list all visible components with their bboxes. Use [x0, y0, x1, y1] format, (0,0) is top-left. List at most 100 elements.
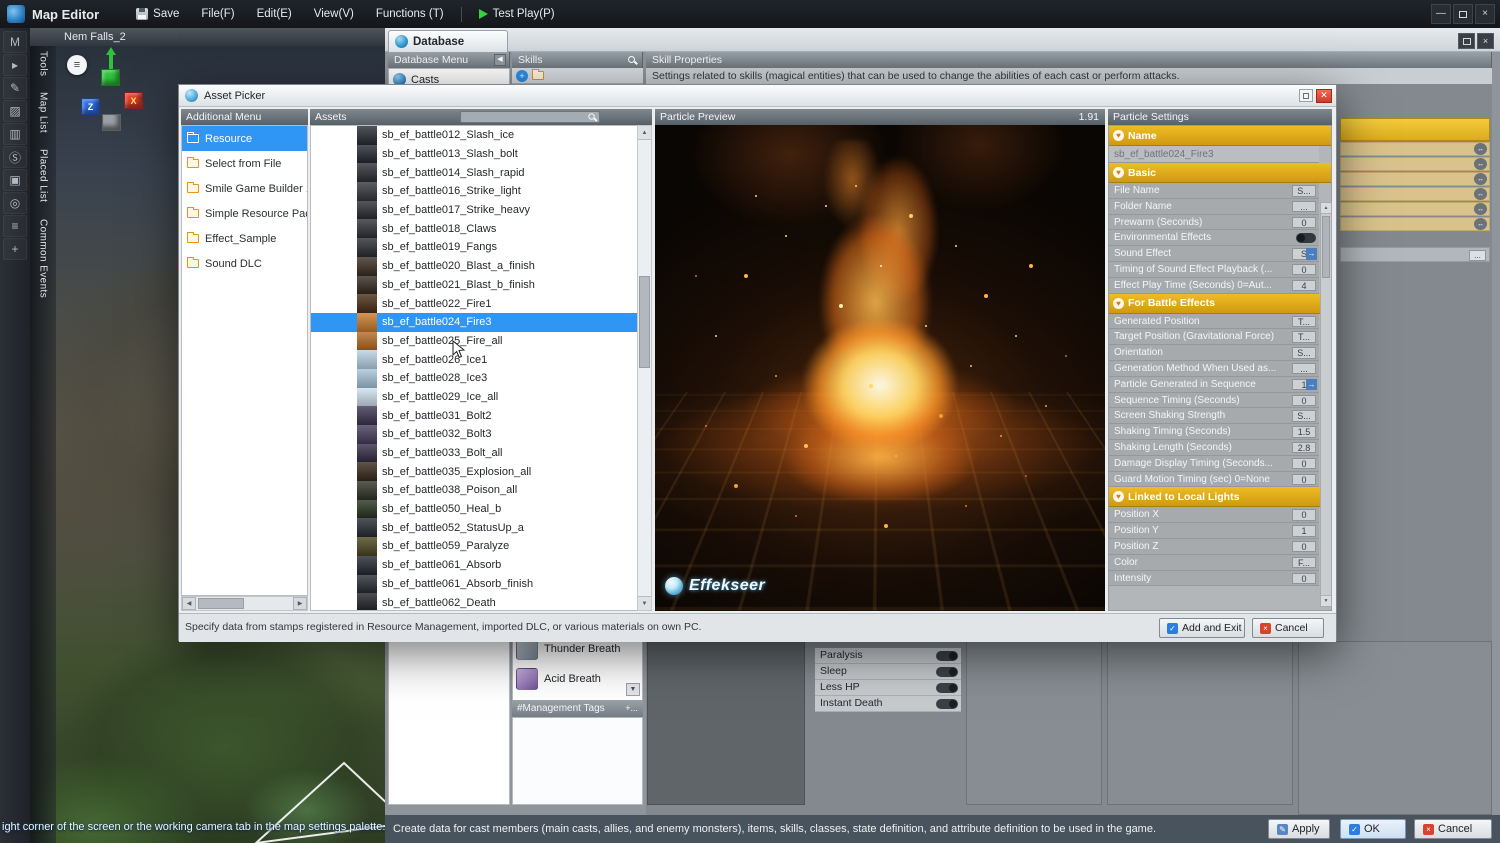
map-menu-button[interactable]: ≡	[67, 55, 87, 75]
particle-preview-viewport[interactable]: Effekseer	[655, 125, 1105, 611]
swap-icon[interactable]: ↔	[1474, 158, 1487, 170]
add-tag-button[interactable]: +...	[625, 700, 643, 717]
asset-list-item[interactable]: sb_ef_battle017_Strike_heavy	[311, 201, 638, 220]
asset-list-item[interactable]: sb_ef_battle038_Poison_all	[311, 481, 638, 500]
ok-button[interactable]: ✓ OK	[1340, 819, 1406, 839]
settings-value[interactable]: 1	[1292, 525, 1316, 537]
tab-database[interactable]: Database	[388, 30, 508, 52]
settings-value[interactable]: 0	[1292, 474, 1316, 486]
asset-list-item[interactable]: sb_ef_battle018_Claws	[311, 219, 638, 238]
settings-value[interactable]: 0	[1292, 264, 1316, 276]
additional-menu-item[interactable]: Smile Game Builder 1	[182, 176, 307, 201]
settings-section-header[interactable]: ♥ Linked to Local Lights	[1109, 487, 1331, 507]
test-play-button[interactable]: Test Play(P)	[468, 0, 566, 28]
toggle-switch[interactable]	[936, 683, 958, 693]
close-button[interactable]: ×	[1475, 4, 1495, 24]
asset-list-item[interactable]: sb_ef_battle052_StatusUp_a	[311, 518, 638, 537]
cursor-tool-icon[interactable]: ▸	[3, 54, 27, 76]
crosshair-tool-icon[interactable]: +	[3, 238, 27, 260]
swap-icon[interactable]: ↔	[1474, 143, 1487, 155]
settings-value[interactable]: S...	[1292, 185, 1316, 197]
asset-list-item[interactable]: sb_ef_battle020_Blast_a_finish	[311, 257, 638, 276]
status-badge-icon[interactable]: Ⓢ	[3, 146, 27, 168]
list-tool-icon[interactable]: ≡	[3, 215, 27, 237]
asset-list-item[interactable]: sb_ef_battle025_Fire_all	[311, 332, 638, 351]
settings-value[interactable]: 0	[1292, 458, 1316, 470]
asset-list-item[interactable]: sb_ef_battle022_Fire1	[311, 294, 638, 313]
pencil-tool-icon[interactable]: ✎	[3, 77, 27, 99]
asset-list-item[interactable]: sb_ef_battle035_Explosion_all	[311, 462, 638, 481]
cancel-button[interactable]: × Cancel	[1252, 618, 1324, 638]
restore-button[interactable]	[1299, 89, 1313, 102]
menu-view[interactable]: View(V)	[303, 0, 365, 28]
settings-value[interactable]: 0	[1292, 573, 1316, 585]
restore-button[interactable]	[1453, 4, 1473, 24]
settings-value[interactable]: 4	[1292, 280, 1316, 292]
settings-value[interactable]: ...	[1292, 363, 1316, 375]
settings-value[interactable]: 2.8	[1292, 442, 1316, 454]
attribute-row[interactable]: ↔	[1340, 157, 1490, 171]
y-axis-cube[interactable]	[101, 69, 120, 86]
search-icon[interactable]	[628, 56, 635, 63]
scroll-down-icon[interactable]: ▼	[626, 683, 640, 696]
additional-menu-item[interactable]: Effect_Sample	[182, 226, 307, 251]
attribute-header-row[interactable]	[1340, 118, 1490, 141]
menu-edit[interactable]: Edit(E)	[246, 0, 303, 28]
scrollbar-thumb[interactable]	[198, 598, 244, 609]
open-detail-icon[interactable]: →	[1306, 379, 1317, 391]
toggle-switch[interactable]	[936, 651, 958, 661]
settings-section-header[interactable]: ♥ For Battle Effects	[1109, 294, 1331, 314]
menu-functions[interactable]: Functions (T)	[365, 0, 455, 28]
tab-map-list[interactable]: Map List	[38, 92, 49, 133]
settings-value[interactable]: T...	[1292, 316, 1316, 328]
asset-list-item[interactable]: sb_ef_battle031_Bolt2	[311, 406, 638, 425]
menu-file[interactable]: File(F)	[190, 0, 245, 28]
swap-icon[interactable]: ↔	[1474, 173, 1487, 185]
scrollbar-thumb[interactable]	[1322, 216, 1330, 278]
assets-search-input[interactable]	[460, 111, 600, 123]
settings-section-header[interactable]: ♥ Name	[1109, 126, 1331, 146]
settings-value[interactable]: F...	[1292, 557, 1316, 569]
additional-menu-item[interactable]: Simple Resource Pack	[182, 201, 307, 226]
scroll-left-icon[interactable]: ◀	[182, 597, 196, 610]
scrollbar-thumb[interactable]	[639, 276, 650, 368]
asset-list-item[interactable]: sb_ef_battle032_Bolt3	[311, 425, 638, 444]
asset-list-item[interactable]: sb_ef_battle061_Absorb	[311, 556, 638, 575]
settings-value[interactable]: 0	[1292, 509, 1316, 521]
additional-menu-item[interactable]: Sound DLC	[182, 251, 307, 276]
tileset-tool-icon[interactable]: ▥	[3, 123, 27, 145]
fill-tool-icon[interactable]: ▨	[3, 100, 27, 122]
settings-value[interactable]: 1.5	[1292, 426, 1316, 438]
settings-scrollbar[interactable]: ▲ ▼	[1320, 202, 1332, 607]
collapse-left-icon[interactable]: ◀	[494, 54, 506, 66]
zoom-tool-icon[interactable]: ◎	[3, 192, 27, 214]
asset-list-item[interactable]: sb_ef_battle021_Blast_b_finish	[311, 276, 638, 295]
swap-icon[interactable]: ↔	[1474, 203, 1487, 215]
minimize-button[interactable]: —	[1431, 4, 1451, 24]
additional-menu-item[interactable]: Select from File	[182, 151, 307, 176]
x-axis-cube[interactable]: X	[124, 92, 143, 109]
tab-tools[interactable]: Tools	[38, 51, 49, 76]
attribute-row[interactable]: ↔	[1340, 202, 1490, 216]
additional-menu-item[interactable]: Resource	[182, 126, 307, 151]
toggle-switch[interactable]	[936, 667, 958, 677]
attribute-row[interactable]: ↔	[1340, 142, 1490, 156]
swap-icon[interactable]: ↔	[1474, 188, 1487, 200]
asset-list-item[interactable]: sb_ef_battle014_Slash_rapid	[311, 163, 638, 182]
assets-scrollbar[interactable]: ▲ ▼	[637, 125, 652, 611]
asset-list-item[interactable]: sb_ef_battle062_Death	[311, 593, 638, 611]
close-button[interactable]: ✕	[1316, 89, 1332, 103]
settings-value[interactable]: T...	[1292, 331, 1316, 343]
asset-list-item[interactable]: sb_ef_battle029_Ice_all	[311, 388, 638, 407]
map-logo-icon[interactable]: M	[3, 31, 27, 53]
attribute-row[interactable]: ↔	[1340, 172, 1490, 186]
folder-icon[interactable]	[532, 71, 544, 80]
asset-list-item[interactable]: sb_ef_battle028_Ice3	[311, 369, 638, 388]
dialog-titlebar[interactable]: Asset Picker ✕	[179, 85, 1336, 107]
asset-list-item[interactable]: sb_ef_battle024_Fire3	[311, 313, 638, 332]
asset-list-item[interactable]: sb_ef_battle050_Heal_b	[311, 500, 638, 519]
asset-list-item[interactable]: sb_ef_battle026_Ice1	[311, 350, 638, 369]
scroll-up-icon[interactable]: ▲	[638, 126, 651, 140]
scroll-up-icon[interactable]: ▲	[1321, 203, 1331, 214]
more-button[interactable]: ...	[1469, 250, 1486, 261]
